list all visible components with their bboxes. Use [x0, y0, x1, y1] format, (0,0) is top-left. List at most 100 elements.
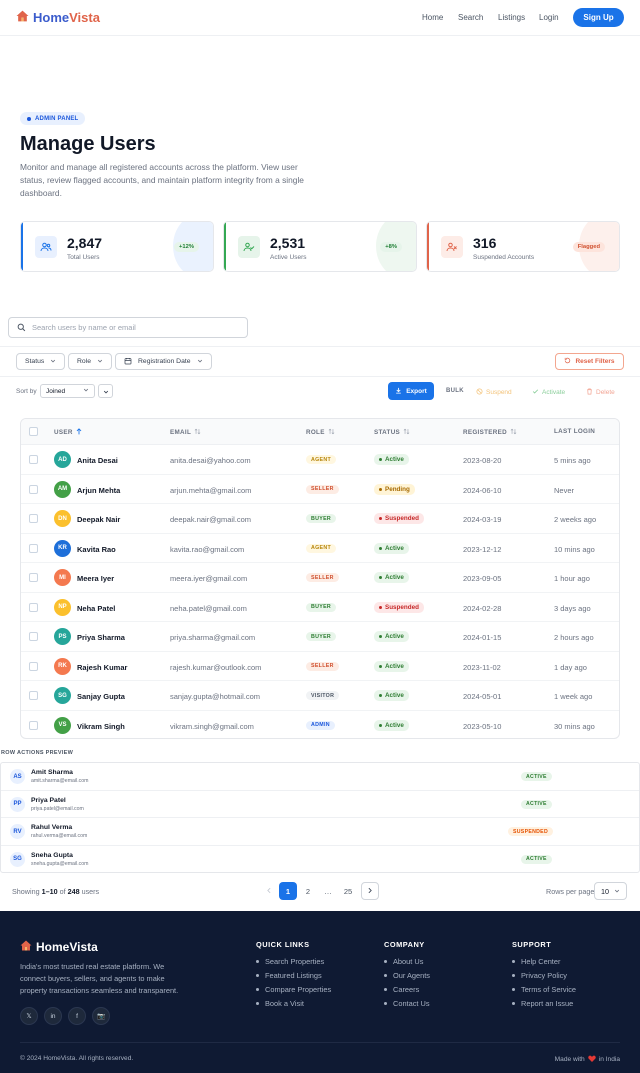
registered-date: 2023-08-20 — [463, 456, 502, 465]
sort-asc-icon — [76, 428, 82, 437]
export-button[interactable]: Export — [388, 382, 434, 400]
page-1-button[interactable]: 1 — [279, 882, 297, 900]
footer-link[interactable]: Search Properties — [256, 957, 324, 966]
row-checkbox[interactable] — [29, 632, 38, 641]
reset-filters-button[interactable]: Reset Filters — [555, 353, 624, 370]
rows-per-page-select[interactable]: 10 — [594, 882, 627, 900]
last-login: 30 mins ago — [554, 721, 595, 731]
table-row[interactable]: AD Anita Desai anita.desai@yahoo.com AGENT A… — [21, 445, 619, 475]
footer-brand[interactable]: HomeVista — [20, 940, 98, 954]
bulk-activate-button[interactable]: Activate — [532, 388, 565, 397]
status-filter[interactable]: Status — [16, 353, 66, 370]
nav-home-link[interactable]: Home — [422, 13, 443, 22]
page-25-button[interactable]: 25 — [338, 882, 358, 900]
footer-link[interactable]: Compare Properties — [256, 985, 331, 994]
sort-select[interactable]: Joined — [40, 384, 95, 398]
twitter-x-icon[interactable]: 𝕏 — [20, 1007, 38, 1025]
chevron-down-icon — [50, 358, 56, 366]
column-status[interactable]: STATUS — [374, 428, 410, 437]
registered-date: 2023-09-05 — [463, 574, 502, 583]
instagram-icon[interactable]: 📷 — [92, 1007, 110, 1025]
row-checkbox[interactable] — [29, 661, 38, 671]
table-row[interactable]: RK Rajesh Kumar rajesh.kumar@outlook.com SE… — [21, 652, 619, 681]
table-row[interactable]: AM Arjun Mehta arjun.mehta@gmail.com SELLER… — [21, 475, 619, 504]
nav-search-link[interactable]: Search — [458, 13, 483, 22]
user-check-icon — [238, 236, 260, 258]
avatar: AM — [54, 480, 71, 498]
nav-login-link[interactable]: Login — [539, 13, 559, 22]
table-row[interactable]: NP Neha Patel neha.patel@gmail.com BUYER Sus… — [21, 593, 619, 622]
status-badge: ACTIVE — [521, 854, 552, 864]
column-registered[interactable]: REGISTERED — [463, 428, 517, 437]
registration-date-filter[interactable]: Registration Date — [115, 353, 212, 370]
avatar: DN — [54, 510, 71, 527]
heart-icon — [588, 1055, 596, 1064]
row-checkbox[interactable] — [29, 514, 38, 523]
footer-copyright: © 2024 HomeVista. All rights reserved. — [20, 1055, 134, 1062]
table-row[interactable]: SG Sanjay Gupta sanjay.gupta@hotmail.com VI… — [21, 681, 619, 711]
search-box[interactable] — [8, 317, 248, 338]
signup-button[interactable]: Sign Up — [573, 8, 624, 27]
table-row[interactable]: VS Vikram Singh vikram.singh@gmail.com ADMI… — [21, 711, 619, 739]
footer-link[interactable]: Report an Issue — [512, 999, 573, 1008]
column-user[interactable]: USER — [54, 428, 82, 437]
user-name: Priya Sharma — [77, 633, 125, 642]
footer-link[interactable]: Our Agents — [384, 971, 430, 980]
linkedin-icon[interactable]: in — [44, 1007, 62, 1025]
status-badge: Active — [374, 631, 409, 642]
table-row[interactable]: MI Meera Iyer meera.iyer@gmail.com SELLER Ac… — [21, 563, 619, 593]
preview-row[interactable]: AS Amit Sharma amit.sharma@email.com ACTIVE — [1, 763, 639, 791]
table-row[interactable]: DN Deepak Nair deepak.nair@gmail.com BUYER S… — [21, 504, 619, 534]
avatar: RK — [54, 657, 71, 675]
footer-link[interactable]: Contact Us — [384, 999, 430, 1008]
row-checkbox[interactable] — [29, 602, 38, 612]
footer-link[interactable]: Careers — [384, 985, 419, 994]
admin-panel-badge: ADMIN PANEL — [20, 112, 86, 125]
next-page-button[interactable] — [361, 882, 379, 900]
user-email: kavita.rao@gmail.com — [170, 544, 245, 554]
nav-listings-link[interactable]: Listings — [498, 13, 525, 22]
brand-logo[interactable]: Home Vista — [16, 10, 100, 25]
bulk-suspend-button[interactable]: Suspend — [476, 388, 512, 397]
footer-link[interactable]: Book a Visit — [256, 999, 304, 1008]
last-login: 1 day ago — [554, 662, 587, 672]
chevron-down-icon — [614, 887, 620, 896]
status-badge: Active — [374, 690, 409, 701]
row-checkbox[interactable] — [29, 720, 38, 730]
sort-direction-toggle[interactable] — [98, 384, 113, 398]
row-checkbox[interactable] — [29, 691, 38, 700]
registered-date: 2024-03-19 — [463, 515, 502, 524]
table-row[interactable]: PS Priya Sharma priya.sharma@gmail.com BUYE… — [21, 622, 619, 652]
facebook-icon[interactable]: f — [68, 1007, 86, 1025]
role-filter[interactable]: Role — [68, 353, 112, 370]
status-badge: ACTIVE — [521, 772, 552, 781]
user-email: anita.desai@yahoo.com — [170, 456, 251, 465]
table-row[interactable]: KR Kavita Rao kavita.rao@gmail.com AGENT Act… — [21, 534, 619, 563]
row-checkbox[interactable] — [29, 484, 38, 494]
column-role[interactable]: ROLE — [306, 428, 335, 437]
role-badge: AGENT — [306, 543, 337, 553]
preview-row[interactable]: PP Priya Patel priya.patel@email.com ACTIVE — [1, 791, 639, 818]
footer-link[interactable]: Privacy Policy — [512, 971, 567, 980]
avatar: PP — [10, 796, 25, 812]
user-name: Arjun Mehta — [77, 485, 121, 495]
select-all-checkbox[interactable] — [29, 427, 38, 436]
prev-page-button[interactable] — [260, 882, 278, 900]
search-input[interactable] — [32, 323, 232, 332]
footer-link[interactable]: Help Center — [512, 957, 560, 966]
row-checkbox[interactable] — [29, 573, 38, 582]
footer-link[interactable]: Terms of Service — [512, 985, 576, 994]
bulk-delete-button[interactable]: Delete — [586, 388, 615, 397]
page-2-button[interactable]: 2 — [300, 882, 316, 900]
calendar-icon — [124, 357, 132, 367]
preview-row[interactable]: SG Sneha Gupta sneha.gupta@email.com ACTIVE — [1, 846, 639, 874]
status-badge: Suspended — [374, 513, 424, 524]
row-checkbox[interactable] — [29, 543, 38, 553]
footer-link[interactable]: About Us — [384, 957, 423, 966]
column-email[interactable]: EMAIL — [170, 428, 201, 437]
row-checkbox[interactable] — [29, 455, 38, 464]
chevron-down-icon — [103, 382, 109, 400]
footer-link[interactable]: Featured Listings — [256, 971, 322, 980]
role-badge: VISITOR — [306, 691, 340, 700]
preview-row[interactable]: RV Rahul Verma rahul.verma@email.com SUSPEN… — [1, 818, 639, 846]
